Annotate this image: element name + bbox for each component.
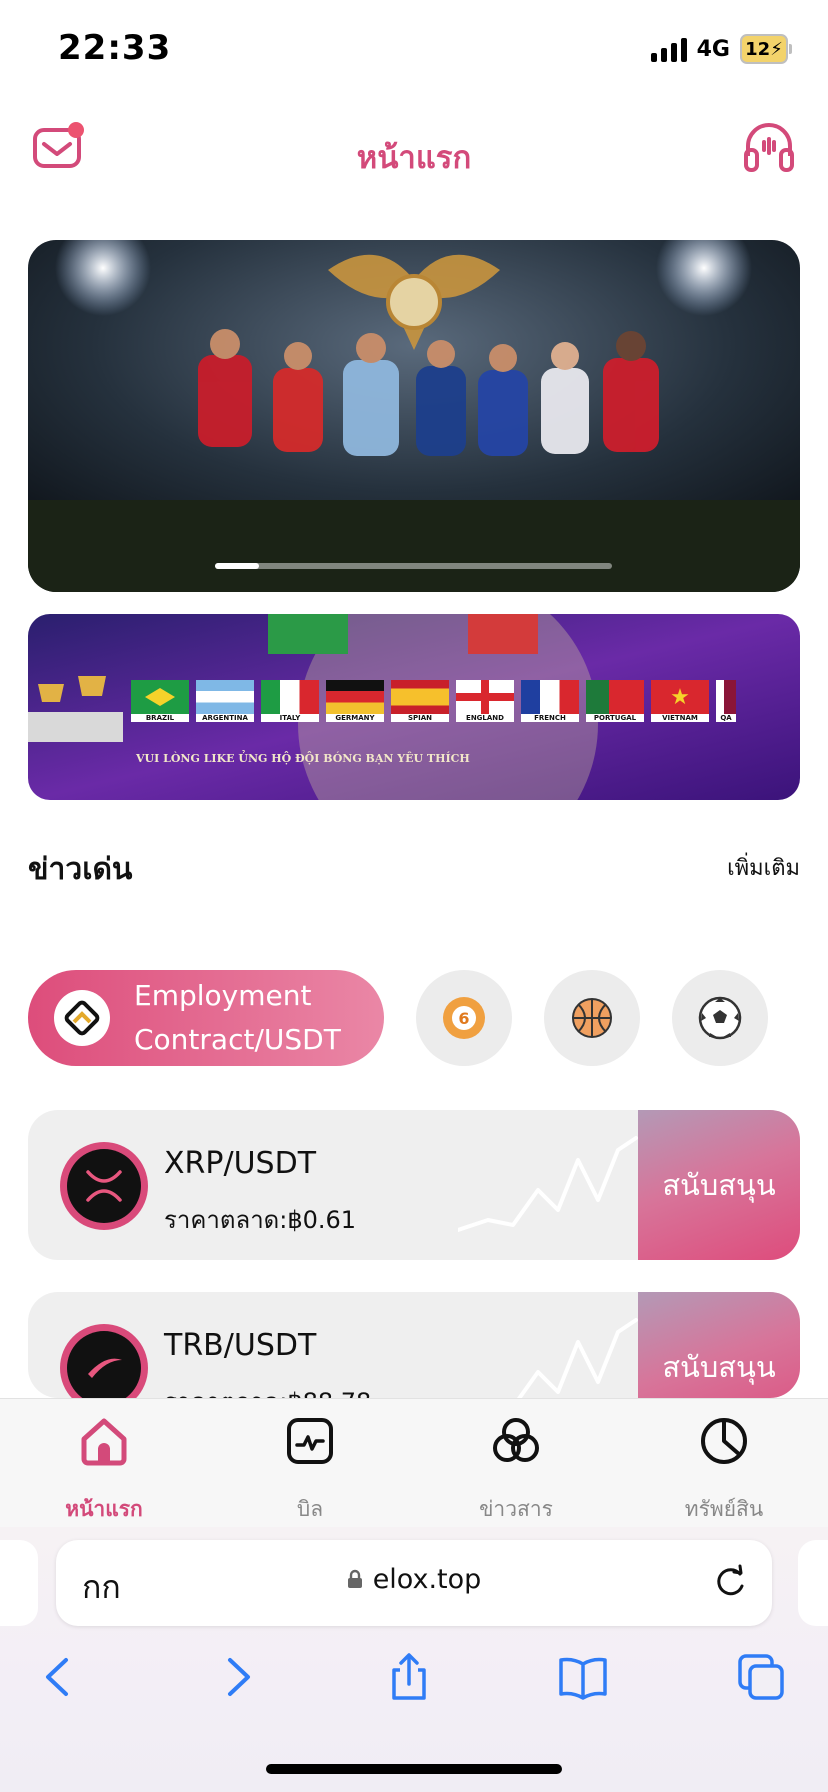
- bottom-tab-bar: หน้าแรก บิล ข่าวสาร ทรัพย์สิน: [0, 1398, 828, 1528]
- reload-icon[interactable]: [710, 1562, 750, 1602]
- address-bar[interactable]: กก elox.top: [56, 1540, 772, 1626]
- flag-germany: GERMANY: [326, 680, 384, 722]
- category-contract[interactable]: Employment Contract/USDT: [28, 970, 384, 1066]
- battery-icon: 12 ⚡: [740, 34, 792, 64]
- network-label: 4G: [696, 36, 730, 62]
- tab-label: หน้าแรก: [65, 1497, 143, 1521]
- flag-brazil: BRAZIL: [131, 680, 189, 722]
- market-price: ราคาตลาด:฿88.78: [164, 1382, 371, 1398]
- category-contract-line1: Employment: [134, 979, 312, 1012]
- forward-icon[interactable]: [212, 1652, 262, 1702]
- market-pair: XRP/USDT: [164, 1146, 317, 1181]
- signal-icon: [650, 36, 687, 62]
- xrp-coin-icon: [60, 1142, 148, 1230]
- tab-label: ทรัพย์สิน: [684, 1497, 764, 1521]
- flag-qatar: QA: [716, 680, 736, 722]
- support-button[interactable]: สนับสนุน: [638, 1110, 800, 1260]
- headset-icon[interactable]: [740, 118, 798, 176]
- market-card-xrp[interactable]: XRP/USDT ราคาตลาด:฿0.61 สนับสนุน: [28, 1110, 800, 1260]
- chart-icon: [287, 1418, 333, 1464]
- next-tab-preview[interactable]: [798, 1540, 828, 1626]
- hero-banner[interactable]: [28, 240, 800, 592]
- tab-label: ข่าวสาร: [479, 1497, 553, 1521]
- contract-logo-icon: [54, 990, 110, 1046]
- share-icon[interactable]: [384, 1652, 434, 1702]
- lottery-ball-icon[interactable]: 6: [416, 970, 512, 1066]
- previous-tab-preview[interactable]: [0, 1540, 38, 1626]
- home-icon: [81, 1418, 127, 1466]
- sparkline-icon: [516, 1318, 638, 1398]
- home-indicator: [266, 1764, 562, 1774]
- tab-bill[interactable]: บิล: [230, 1415, 390, 1526]
- trb-coin-icon: [60, 1324, 148, 1398]
- soccer-ball-icon[interactable]: [672, 970, 768, 1066]
- more-link[interactable]: เพิ่มเติม: [727, 850, 800, 885]
- battery-level: 12: [745, 38, 771, 60]
- svg-text:6: 6: [458, 1009, 469, 1028]
- pie-icon: [701, 1418, 747, 1464]
- section-title: ข่าวเด่น: [28, 852, 133, 887]
- worldcup-banner[interactable]: BRAZIL ARGENTINA ITALY GERMANY SPIAN ENG…: [28, 614, 800, 800]
- market-price: ราคาตลาด:฿0.61: [164, 1206, 357, 1234]
- support-button[interactable]: สนับสนุน: [638, 1292, 800, 1398]
- category-contract-line2: Contract/USDT: [134, 1023, 341, 1056]
- tabs-icon[interactable]: [736, 1652, 786, 1702]
- market-card-trb[interactable]: TRB/USDT ราคาตลาด:฿88.78 สนับสนุน: [28, 1292, 800, 1398]
- tab-news[interactable]: ข่าวสาร: [436, 1415, 596, 1526]
- flag-argentina: ARGENTINA: [196, 680, 254, 722]
- flag-spain: SPIAN: [391, 680, 449, 722]
- lock-icon: [347, 1565, 363, 1596]
- market-pair: TRB/USDT: [164, 1328, 317, 1363]
- flag-france: FRENCH: [521, 680, 579, 722]
- basketball-icon[interactable]: [544, 970, 640, 1066]
- flag-portugal: PORTUGAL: [586, 680, 644, 722]
- tab-assets[interactable]: ทรัพย์สิน: [644, 1415, 804, 1526]
- circles-icon: [493, 1418, 539, 1462]
- banner-caption: VUI LÒNG LIKE ỦNG HỘ ĐỘI BÓNG BẠN YÊU TH…: [136, 752, 470, 765]
- status-time: 22:33: [58, 28, 172, 68]
- sparkline-icon: [458, 1136, 638, 1232]
- status-indicators: 4G 12 ⚡: [650, 34, 792, 64]
- flag-vietnam: ★ VIETNAM: [651, 680, 709, 722]
- page-title: หน้าแรก: [356, 140, 472, 176]
- url-text: elox.top: [372, 1564, 482, 1595]
- tab-home[interactable]: หน้าแรก: [24, 1415, 184, 1526]
- flag-england: ENGLAND: [456, 680, 514, 722]
- flag-italy: ITALY: [261, 680, 319, 722]
- back-icon[interactable]: [34, 1652, 84, 1702]
- bookmarks-icon[interactable]: [558, 1652, 608, 1702]
- tab-label: บิล: [296, 1497, 324, 1521]
